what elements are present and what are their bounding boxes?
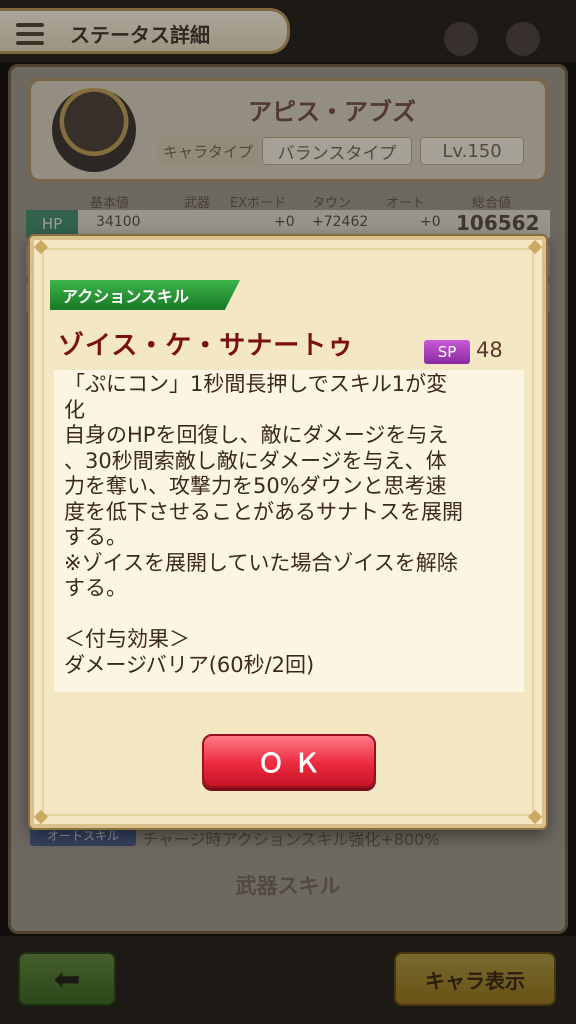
description-line: ダメージバリア(60秒/2回) (64, 652, 315, 677)
description-line: ＜付与効果＞ (64, 627, 190, 651)
description-line: する。 (64, 576, 127, 600)
description-line: 度を低下させることがあるサナトスを展開 (64, 499, 463, 524)
sp-value: 48 (476, 338, 503, 362)
action-skill-tag: アクションスキル (50, 280, 240, 310)
description-line: する。 (64, 525, 127, 549)
description-line: 「ぷにコン」1秒間長押しでスキル1が変 (64, 372, 448, 396)
sp-badge: SP (424, 340, 470, 364)
skill-description: 「ぷにコン」1秒間長押しでスキル1が変 化 自身のHPを回復し、敵にダメージを与… (54, 370, 524, 692)
description-line: 力を奪い、攻撃力を50%ダウンと思考速 (64, 474, 447, 498)
description-line: ※ゾイスを展開していた場合ゾイスを解除 (64, 550, 458, 575)
skill-name: ゾイス・ケ・サナートゥ (58, 331, 355, 361)
description-line: 化 (64, 397, 85, 422)
description-line: 、30秒間索敵し敵にダメージを与え、体 (64, 448, 447, 473)
description-line: 自身のHPを回復し、敵にダメージを与え (64, 423, 449, 447)
ok-button[interactable]: ＯＫ (202, 734, 376, 788)
